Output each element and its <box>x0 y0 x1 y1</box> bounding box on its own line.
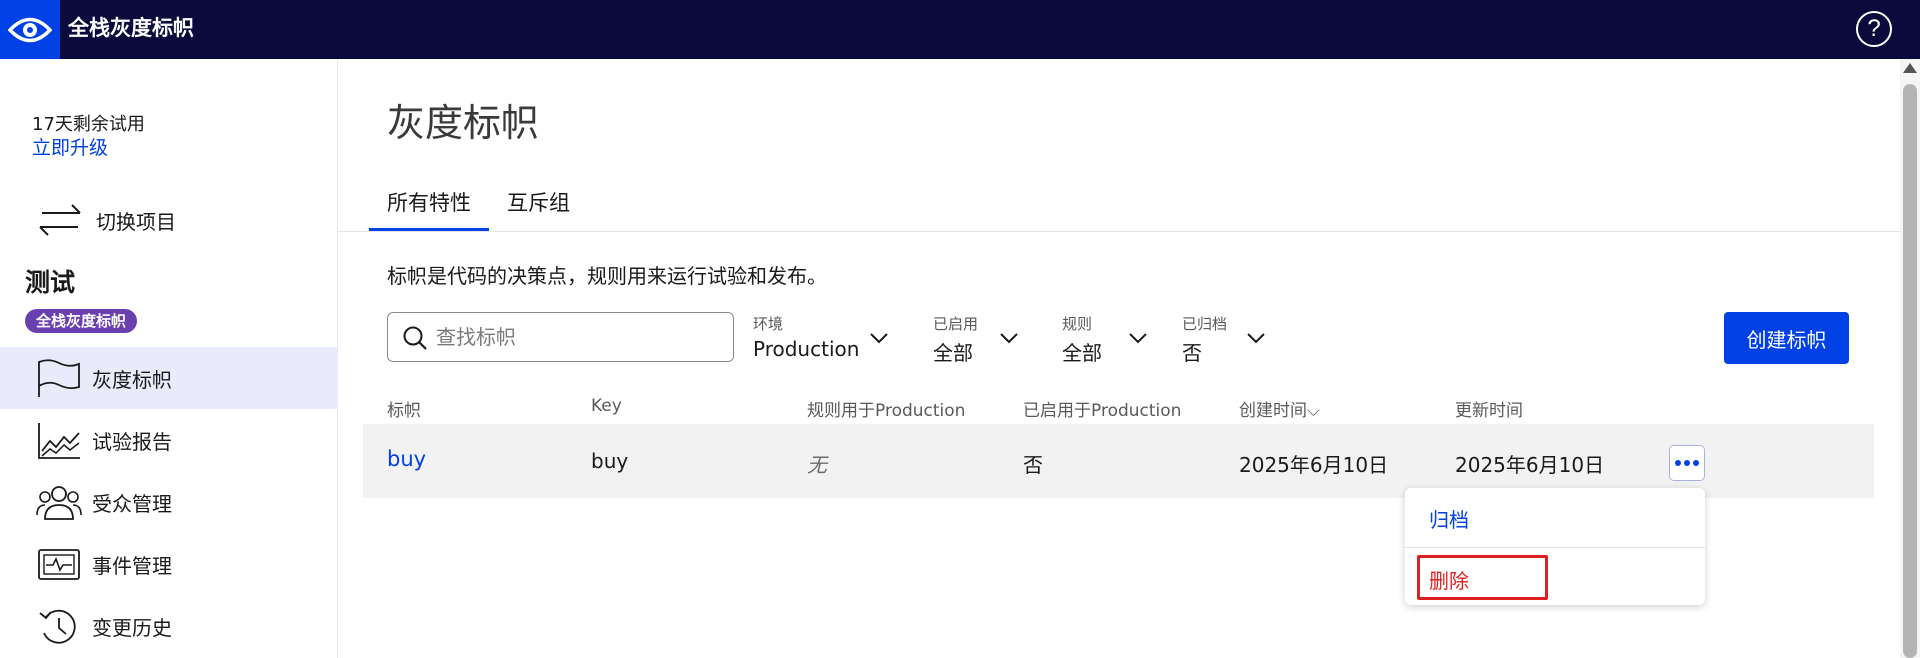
flag-icon <box>38 359 80 397</box>
search-input[interactable] <box>436 323 721 351</box>
more-actions-button[interactable] <box>1669 445 1705 481</box>
delete-highlight-box: 删除 <box>1417 555 1548 600</box>
page-description: 标帜是代码的决策点，规则用来运行试验和发布。 <box>387 264 827 288</box>
sort-descending-icon: ⌵ <box>1307 401 1320 421</box>
column-header-rules[interactable]: 规则用于Production <box>807 396 965 421</box>
upgrade-link[interactable]: 立即升级 <box>32 133 108 160</box>
sidebar-item-label: 试验报告 <box>92 430 172 454</box>
filter-label: 已启用 <box>933 315 979 333</box>
flag-name-link[interactable]: buy <box>387 447 426 471</box>
question-circle-icon[interactable]: ? <box>1856 11 1892 47</box>
ellipsis-icon <box>1693 460 1699 466</box>
project-name: 测试 <box>25 268 76 297</box>
menu-item-delete[interactable]: 删除 <box>1429 565 1469 594</box>
sidebar-item-flags[interactable]: 灰度标帜 <box>0 347 338 409</box>
sidebar-item-events[interactable]: 事件管理 <box>0 533 338 595</box>
search-box[interactable] <box>387 312 734 362</box>
filter-label: 已归档 <box>1182 315 1228 333</box>
sidebar-item-label: 事件管理 <box>92 554 172 578</box>
switch-project-label: 切换项目 <box>96 210 176 234</box>
menu-divider <box>1405 547 1705 548</box>
column-header-created[interactable]: 创建时间⌵ <box>1239 396 1320 421</box>
column-header-key[interactable]: Key <box>591 396 622 416</box>
tabs-divider <box>338 231 1900 232</box>
filter-rules[interactable]: 规则 全部 <box>1062 313 1152 365</box>
scrollbar-thumb[interactable] <box>1903 84 1917 658</box>
pulse-monitor-icon <box>38 549 80 580</box>
app-title: 全栈灰度标帜 <box>68 16 194 40</box>
ellipsis-icon <box>1684 460 1690 466</box>
updated-date: 2025年6月10日 <box>1455 453 1605 477</box>
filter-value: Production <box>753 337 860 361</box>
chevron-down-icon <box>1129 333 1147 344</box>
flag-key: buy <box>591 449 629 473</box>
filter-label: 环境 <box>753 315 784 333</box>
chevron-down-icon <box>870 333 888 344</box>
chevron-down-icon <box>1247 333 1265 344</box>
row-actions-menu: 归档 删除 <box>1405 488 1705 605</box>
filter-archived[interactable]: 已归档 否 <box>1182 313 1272 365</box>
sidebar-item-change-history[interactable]: 变更历史 <box>0 595 338 657</box>
sidebar-item-audiences[interactable]: 受众管理 <box>0 471 338 533</box>
tab-all-features[interactable]: 所有特性 <box>387 187 471 217</box>
create-flag-button[interactable]: 创建标帜 <box>1724 312 1849 364</box>
filter-environment[interactable]: 环境 Production <box>753 313 893 363</box>
top-bar: 全栈灰度标帜 ? <box>0 0 1920 59</box>
enabled-value: 否 <box>1023 453 1043 477</box>
sidebar-item-label: 变更历史 <box>92 616 172 640</box>
chevron-down-icon <box>1000 333 1018 344</box>
sidebar-item-label: 受众管理 <box>92 492 172 516</box>
scroll-up-arrow-icon[interactable] <box>1903 63 1917 73</box>
menu-item-archive[interactable]: 归档 <box>1429 504 1469 533</box>
filter-value: 全部 <box>933 341 973 365</box>
filter-label: 规则 <box>1062 315 1093 333</box>
ellipsis-icon <box>1675 460 1681 466</box>
switch-project-button[interactable]: 切换项目 <box>36 198 296 242</box>
filter-enabled[interactable]: 已启用 全部 <box>933 313 1023 365</box>
project-type-badge: 全栈灰度标帜 <box>25 309 138 333</box>
column-header-enabled[interactable]: 已启用于Production <box>1023 396 1181 421</box>
search-icon <box>403 326 427 350</box>
rules-value: 无 <box>807 453 827 477</box>
column-header-updated[interactable]: 更新时间 <box>1455 396 1523 421</box>
column-header-flag[interactable]: 标帜 <box>387 396 421 421</box>
switch-arrows-icon <box>39 204 81 236</box>
chart-icon <box>38 423 80 459</box>
eye-logo-icon[interactable] <box>0 0 60 59</box>
tab-mutex-groups[interactable]: 互斥组 <box>507 187 570 217</box>
history-icon <box>39 609 76 644</box>
sidebar-item-label: 灰度标帜 <box>92 368 172 392</box>
people-icon <box>36 486 82 520</box>
filter-value: 否 <box>1182 341 1202 365</box>
sidebar-item-experiment-reports[interactable]: 试验报告 <box>0 409 338 471</box>
created-date: 2025年6月10日 <box>1239 453 1389 477</box>
table-row[interactable] <box>363 424 1874 498</box>
filter-value: 全部 <box>1062 341 1102 365</box>
column-header-label: 创建时间 <box>1239 401 1307 421</box>
page-title: 灰度标帜 <box>387 101 540 145</box>
